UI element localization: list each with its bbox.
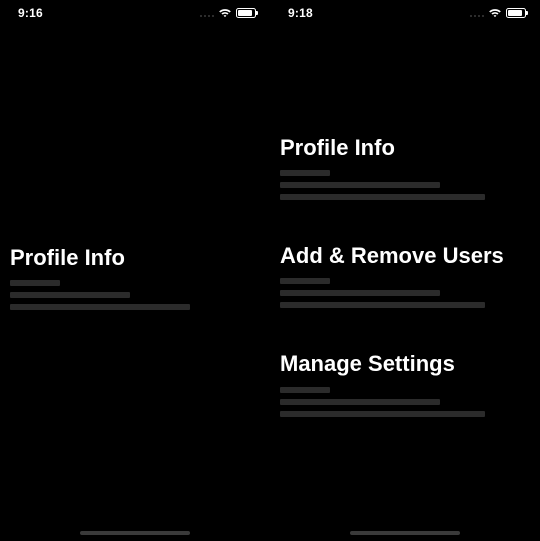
- phone-right: 9:18 Profile Info Ad: [270, 0, 540, 541]
- section-title: Profile Info: [280, 136, 530, 160]
- status-indicators: [470, 8, 530, 18]
- wifi-icon: [218, 8, 232, 18]
- wifi-icon: [488, 8, 502, 18]
- placeholder-line: [280, 387, 330, 393]
- placeholder-line: [280, 278, 330, 284]
- status-time: 9:18: [280, 6, 313, 20]
- phone-left: 9:16 Profile Info: [0, 0, 270, 541]
- placeholder-line: [280, 290, 440, 296]
- section-manage-settings: Manage Settings: [280, 352, 530, 416]
- status-bar: 9:18: [270, 0, 540, 26]
- screenshot-pair: 9:16 Profile Info: [0, 0, 540, 541]
- section-title: Add & Remove Users: [280, 244, 530, 268]
- section-profile-info: Profile Info: [10, 246, 260, 310]
- status-bar: 9:16: [0, 0, 270, 26]
- placeholder-line: [10, 304, 190, 310]
- home-indicator: [80, 531, 190, 535]
- placeholder-lines: [280, 170, 530, 200]
- placeholder-line: [10, 292, 130, 298]
- signal-dots-icon: [470, 9, 484, 17]
- section-title: Profile Info: [10, 246, 260, 270]
- placeholder-line: [280, 302, 485, 308]
- status-indicators: [200, 8, 260, 18]
- placeholder-line: [280, 170, 330, 176]
- placeholder-line: [280, 194, 485, 200]
- placeholder-line: [10, 280, 60, 286]
- battery-icon: [506, 8, 526, 18]
- content-area: Profile Info: [10, 246, 260, 310]
- signal-dots-icon: [200, 9, 214, 17]
- battery-icon: [236, 8, 256, 18]
- placeholder-lines: [280, 278, 530, 308]
- section-add-remove-users: Add & Remove Users: [280, 244, 530, 308]
- placeholder-line: [280, 399, 440, 405]
- section-profile-info: Profile Info: [280, 136, 530, 200]
- content-area: Profile Info Add & Remove Users Manage S…: [280, 136, 530, 417]
- placeholder-lines: [280, 387, 530, 417]
- placeholder-line: [280, 182, 440, 188]
- placeholder-lines: [10, 280, 260, 310]
- status-time: 9:16: [10, 6, 43, 20]
- placeholder-line: [280, 411, 485, 417]
- section-title: Manage Settings: [280, 352, 530, 376]
- home-indicator: [350, 531, 460, 535]
